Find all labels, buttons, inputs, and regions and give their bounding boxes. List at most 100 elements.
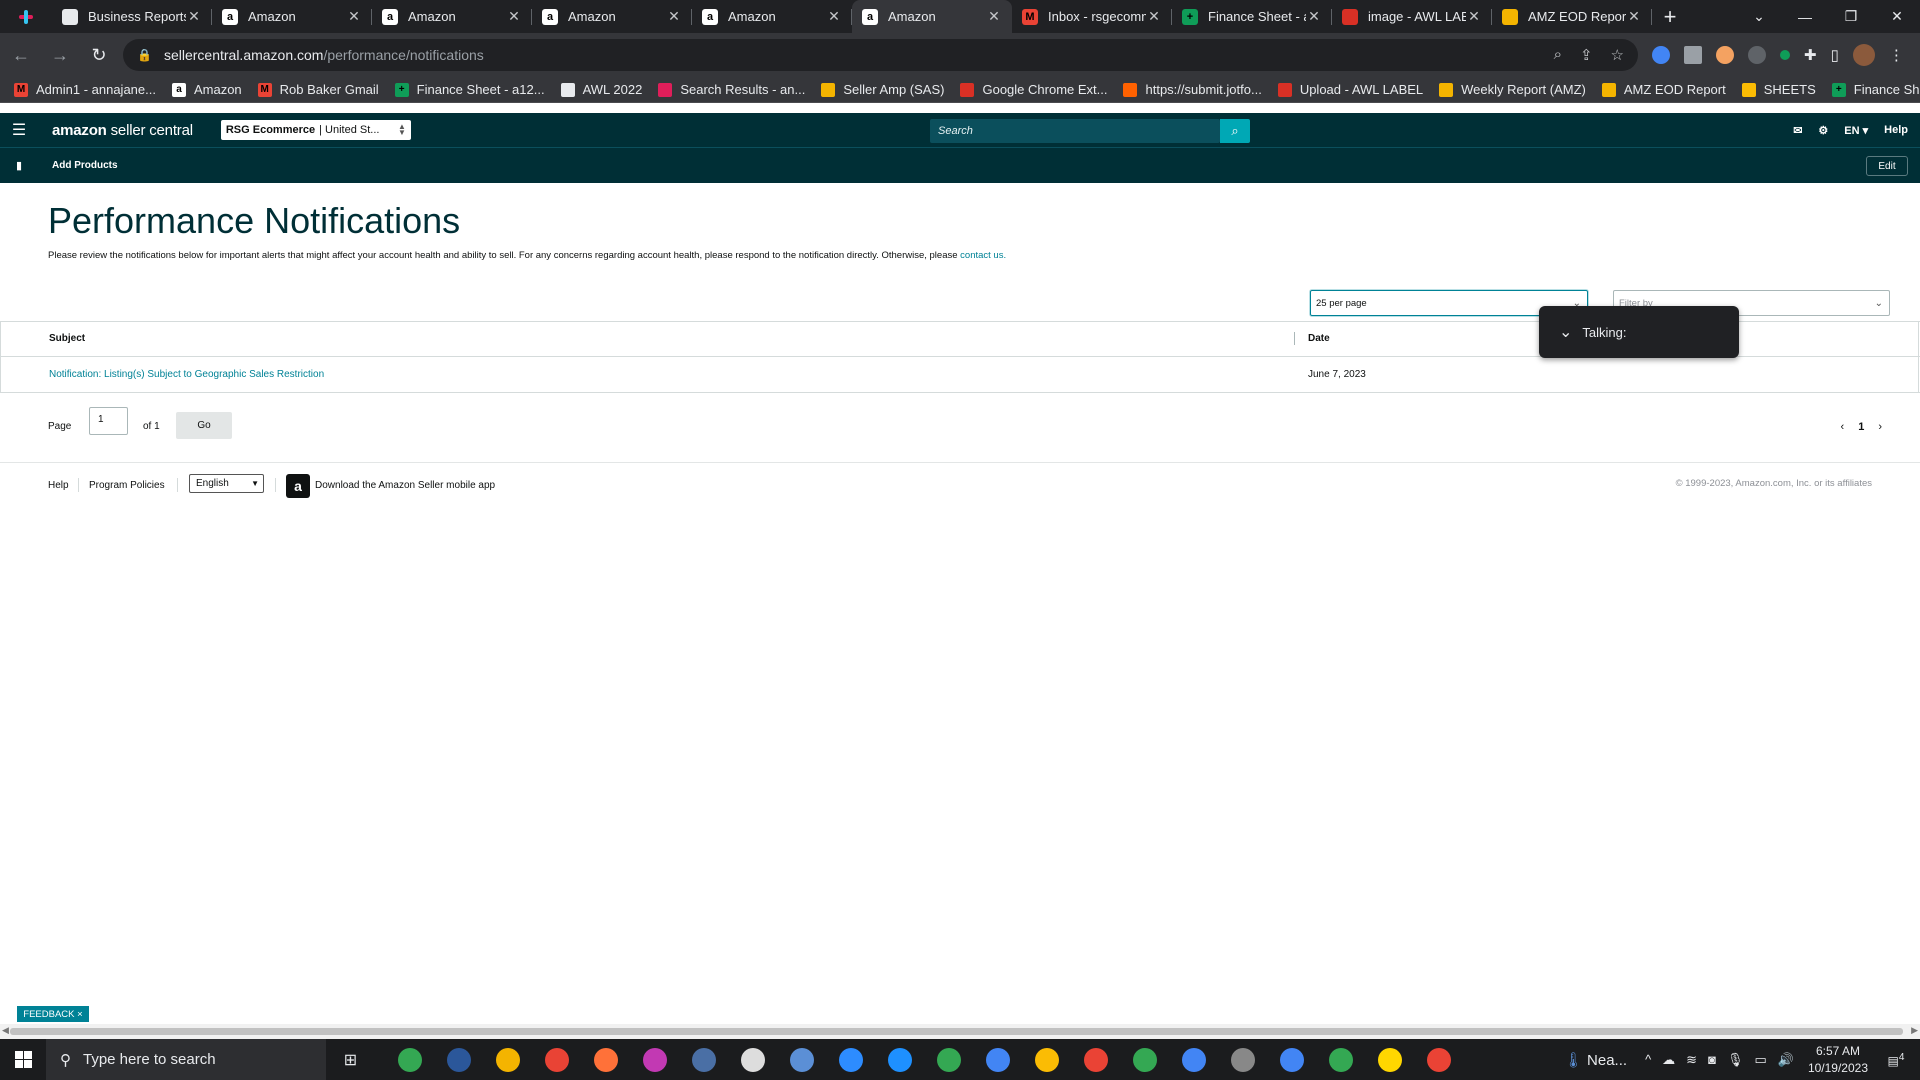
go-button[interactable]: Go (176, 412, 232, 439)
column-header-date[interactable]: Date (1308, 333, 1330, 344)
amazon-app-icon[interactable]: a (286, 474, 310, 498)
task-view-icon[interactable]: ⊞ (326, 1039, 375, 1080)
bookmark-item[interactable]: a Amazon (171, 82, 242, 97)
browser-tab[interactable]: a Amazon ✕ (852, 0, 1012, 33)
bookmark-item[interactable]: Weekly Report (AMZ) (1439, 82, 1586, 97)
taskbar-app-icon[interactable] (1120, 1039, 1169, 1080)
bookmark-item[interactable]: Upload - AWL LABEL (1277, 82, 1423, 97)
volume-icon[interactable]: 🔊 (1778, 1052, 1794, 1068)
side-panel-icon[interactable]: ▯ (1831, 46, 1839, 64)
close-tab-icon[interactable]: ✕ (346, 8, 362, 25)
bookmark-item[interactable]: M Admin1 - annajane... (14, 82, 156, 97)
close-tab-icon[interactable]: ✕ (1306, 8, 1322, 25)
address-bar[interactable]: 🔒 sellercentral.amazon.com/performance/n… (123, 39, 1638, 71)
slack-icon[interactable] (0, 0, 52, 33)
taskbar-app-icon[interactable] (1414, 1039, 1463, 1080)
tab-search-icon[interactable]: ⌄ (1736, 0, 1782, 33)
profile-avatar[interactable] (1852, 44, 1875, 66)
taskbar-app-icon[interactable] (581, 1039, 630, 1080)
bookmark-item[interactable]: SHEETS (1741, 82, 1816, 97)
page-number-input[interactable]: 1 (89, 407, 128, 435)
cloud-icon[interactable]: ☁ (1662, 1052, 1675, 1068)
bookmark-item[interactable]: https://submit.jotfo... (1123, 82, 1262, 97)
taskbar-app-icon[interactable] (826, 1039, 875, 1080)
taskbar-app-icon[interactable] (630, 1039, 679, 1080)
menu-icon[interactable]: ⋮ (1889, 46, 1904, 64)
microphone-icon[interactable]: 🎙 (1727, 1052, 1744, 1068)
bookmark-item[interactable]: Seller Amp (SAS) (821, 82, 944, 97)
taskbar-app-icon[interactable] (1218, 1039, 1267, 1080)
mail-icon[interactable]: ✉ (1793, 124, 1802, 137)
reload-button[interactable]: ↻ (81, 37, 117, 73)
taskbar-app-icon[interactable] (532, 1039, 581, 1080)
taskbar-app-icon[interactable] (483, 1039, 532, 1080)
download-app-link[interactable]: Download the Amazon Seller mobile app (315, 480, 495, 491)
bookmark-item[interactable]: AWL 2022 (560, 82, 642, 97)
seller-search-input[interactable]: Search (930, 119, 1220, 143)
battery-icon[interactable]: ▭ (1754, 1052, 1766, 1068)
close-tab-icon[interactable]: ✕ (506, 8, 522, 25)
browser-tab[interactable]: Business Reports ✕ (52, 0, 212, 33)
windows-start-icon[interactable] (0, 1039, 46, 1080)
chevron-right-icon[interactable]: › (1878, 421, 1882, 433)
extension-icon[interactable] (1780, 50, 1790, 60)
browser-tab[interactable]: AMZ EOD Report ✕ (1492, 0, 1652, 33)
taskbar-app-icon[interactable] (1365, 1039, 1414, 1080)
search-button[interactable]: ⌕ (1220, 119, 1250, 143)
browser-tab[interactable]: a Amazon ✕ (212, 0, 372, 33)
close-tab-icon[interactable]: ✕ (986, 8, 1002, 25)
scroll-right-icon[interactable]: ▶ (1911, 1025, 1918, 1036)
back-button[interactable]: ← (3, 37, 39, 73)
bookmark-item[interactable]: + Finance Sheet - a12... (1831, 82, 1920, 97)
add-products-link[interactable]: Add Products (52, 160, 118, 171)
taskbar-app-icon[interactable] (875, 1039, 924, 1080)
notification-center-icon[interactable]: ▤4 (1882, 1052, 1910, 1068)
talking-overlay[interactable]: ⌄ Talking: (1539, 306, 1739, 358)
bookmark-item[interactable]: Google Chrome Ext... (960, 82, 1107, 97)
browser-tab[interactable]: a Amazon ✕ (532, 0, 692, 33)
scroll-thumb[interactable] (10, 1028, 1903, 1035)
taskbar-app-icon[interactable] (973, 1039, 1022, 1080)
bookmark-item[interactable]: M Rob Baker Gmail (257, 82, 379, 97)
close-tab-icon[interactable]: ✕ (1466, 8, 1482, 25)
language-selector[interactable]: EN ▾ (1844, 124, 1868, 137)
taskbar-app-icon[interactable] (1169, 1039, 1218, 1080)
horizontal-scrollbar[interactable]: ◀ ▶ (0, 1024, 1920, 1039)
taskbar-app-icon[interactable] (924, 1039, 973, 1080)
new-tab-button[interactable]: + (1652, 0, 1688, 33)
column-header-subject[interactable]: Subject (49, 333, 85, 344)
extension-icon[interactable] (1716, 46, 1734, 64)
forward-button[interactable]: → (42, 37, 78, 73)
program-policies-link[interactable]: Program Policies (89, 480, 165, 491)
edit-button[interactable]: Edit (1866, 156, 1908, 176)
close-window-button[interactable]: ✕ (1874, 0, 1920, 33)
taskbar-app-icon[interactable] (1316, 1039, 1365, 1080)
wifi-icon[interactable]: ≋ (1686, 1052, 1697, 1068)
seller-central-logo[interactable]: amazon seller central (52, 122, 193, 139)
taskbar-app-icon[interactable] (385, 1039, 434, 1080)
footer-help-link[interactable]: Help (48, 480, 69, 491)
chevron-down-icon[interactable]: ⌄ (1559, 322, 1572, 342)
browser-tab[interactable]: a Amazon ✕ (372, 0, 532, 33)
close-tab-icon[interactable]: ✕ (666, 8, 682, 25)
taskbar-app-icon[interactable] (1267, 1039, 1316, 1080)
bookmark-item[interactable]: Search Results - an... (658, 82, 805, 97)
zoom-icon[interactable]: ⌕ (1554, 46, 1562, 64)
extension-icon[interactable] (1748, 46, 1766, 64)
browser-tab[interactable]: a Amazon ✕ (692, 0, 852, 33)
bookmark-star-icon[interactable]: ☆ (1611, 46, 1624, 64)
minimize-button[interactable]: — (1782, 0, 1828, 33)
restore-button[interactable]: ❐ (1828, 0, 1874, 33)
taskbar-app-icon[interactable] (728, 1039, 777, 1080)
taskbar-app-icon[interactable] (679, 1039, 728, 1080)
contact-us-link[interactable]: contact us. (960, 250, 1006, 261)
hamburger-menu-icon[interactable]: ☰ (0, 120, 38, 140)
camera-icon[interactable]: ◙ (1708, 1052, 1716, 1068)
weather-widget[interactable]: 🌡 Nea... (1564, 1051, 1627, 1069)
browser-tab[interactable]: M Inbox - rsgecomm ✕ (1012, 0, 1172, 33)
close-tab-icon[interactable]: ✕ (826, 8, 842, 25)
taskbar-search-input[interactable]: ⚲ Type here to search (46, 1039, 326, 1080)
taskbar-app-icon[interactable] (1071, 1039, 1120, 1080)
extension-icon[interactable] (1652, 46, 1670, 64)
extension-icon[interactable] (1684, 46, 1702, 64)
